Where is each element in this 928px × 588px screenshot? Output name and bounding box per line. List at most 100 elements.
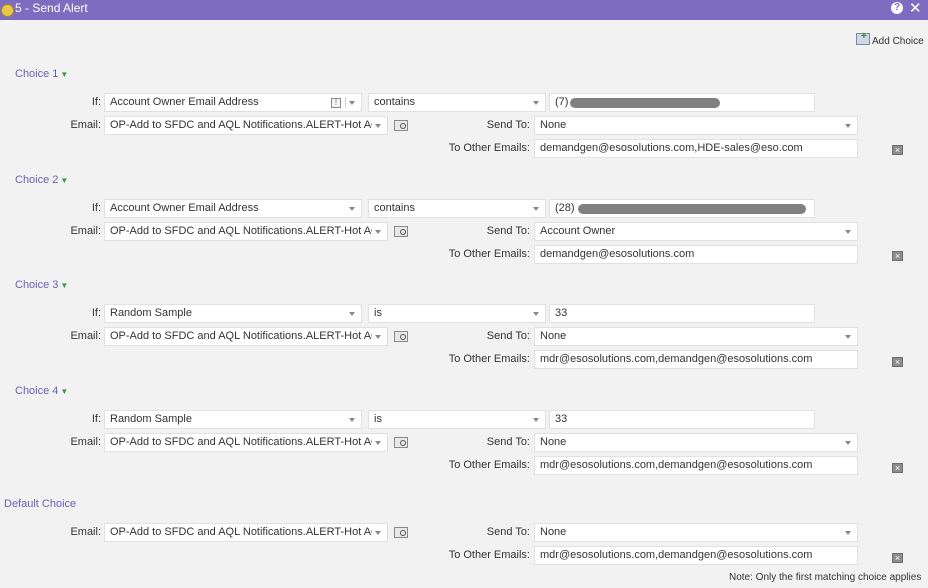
condition-value-input[interactable]: (7) <box>549 93 815 112</box>
to-other-emails-value: mdr@esosolutions.com,demandgen@esosoluti… <box>540 549 813 561</box>
remove-choice-icon[interactable]: × <box>892 357 903 367</box>
operator-select[interactable]: is <box>368 304 546 323</box>
send-to-select[interactable]: None <box>534 523 858 542</box>
condition-value-input[interactable]: 33 <box>549 304 815 323</box>
operator-select[interactable]: contains <box>368 199 546 218</box>
to-other-emails-input[interactable]: mdr@esosolutions.com,demandgen@esosoluti… <box>534 546 858 565</box>
send-to-label: Send To: <box>486 526 530 538</box>
to-other-emails-input[interactable]: demandgen@esosolutions.com,HDE-sales@eso… <box>534 139 858 158</box>
dialog-title: 5 - Send Alert <box>15 1 88 15</box>
email-value: OP-Add to SFDC and AQL Notifications.ALE… <box>110 330 372 342</box>
send-to-label: Send To: <box>486 225 530 237</box>
condition-value-text: (7) <box>555 96 569 108</box>
choice-title[interactable]: Choice 4 ▼ <box>15 385 68 397</box>
send-to-select[interactable]: None <box>534 433 858 452</box>
to-other-emails-label: To Other Emails: <box>448 549 530 561</box>
redaction-mark <box>570 98 720 108</box>
to-other-emails-input[interactable]: mdr@esosolutions.com,demandgen@esosoluti… <box>534 350 858 369</box>
send-to-value: Account Owner <box>540 225 616 237</box>
help-icon[interactable]: ? <box>891 2 903 14</box>
send-to-label: Send To: <box>486 119 530 131</box>
condition-value-text: 33 <box>555 413 568 425</box>
email-select[interactable]: OP-Add to SFDC and AQL Notifications.ALE… <box>104 222 388 241</box>
to-other-emails-input[interactable]: mdr@esosolutions.com,demandgen@esosoluti… <box>534 456 858 475</box>
email-value: OP-Add to SFDC and AQL Notifications.ALE… <box>110 225 372 237</box>
if-field-select[interactable]: Random Sample <box>104 304 362 323</box>
condition-value-text: (28) <box>555 202 575 214</box>
send-to-value: None <box>540 119 567 131</box>
email-label: Email: <box>70 330 101 342</box>
operator-value: is <box>374 307 382 319</box>
browse-email-icon[interactable] <box>394 120 408 131</box>
flow-step-icon <box>1 4 14 17</box>
if-field-value: Account Owner Email Address <box>110 202 259 214</box>
operator-select[interactable]: contains <box>368 93 546 112</box>
collapse-arrow-icon[interactable]: ▼ <box>60 176 68 185</box>
if-field-select[interactable]: Random Sample <box>104 410 362 429</box>
email-value: OP-Add to SFDC and AQL Notifications.ALE… <box>110 436 372 448</box>
choice-title[interactable]: Choice 3 ▼ <box>15 279 68 291</box>
email-value: OP-Add to SFDC and AQL Notifications.ALE… <box>110 119 372 131</box>
choice-title-text: Choice 3 <box>15 279 59 291</box>
browse-email-icon[interactable] <box>394 527 408 538</box>
if-field-select[interactable]: Account Owner Email Address ! <box>104 93 362 112</box>
browse-email-icon[interactable] <box>394 437 408 448</box>
if-field-value: Random Sample <box>110 307 192 319</box>
condition-value-text: 33 <box>555 307 568 319</box>
browse-email-icon[interactable] <box>394 331 408 342</box>
to-other-emails-value: mdr@esosolutions.com,demandgen@esosoluti… <box>540 459 813 471</box>
remove-choice-icon[interactable]: × <box>892 145 903 155</box>
if-field-select[interactable]: Account Owner Email Address <box>104 199 362 218</box>
send-to-label: Send To: <box>486 436 530 448</box>
email-select[interactable]: OP-Add to SFDC and AQL Notifications.ALE… <box>104 116 388 135</box>
choice-title-text: Choice 4 <box>15 385 59 397</box>
choice-title-text: Choice 1 <box>15 68 59 80</box>
to-other-emails-value: demandgen@esosolutions.com,HDE-sales@eso… <box>540 142 803 154</box>
divider <box>345 97 346 108</box>
choice-title-text: Choice 2 <box>15 174 59 186</box>
browse-email-icon[interactable] <box>394 226 408 237</box>
remove-choice-icon[interactable]: × <box>892 463 903 473</box>
collapse-arrow-icon[interactable]: ▼ <box>60 281 68 290</box>
email-select[interactable]: OP-Add to SFDC and AQL Notifications.ALE… <box>104 327 388 346</box>
add-choice-icon <box>856 31 870 45</box>
if-label: If: <box>91 202 101 214</box>
to-other-emails-label: To Other Emails: <box>448 142 530 154</box>
email-label: Email: <box>70 526 101 538</box>
send-to-select[interactable]: None <box>534 116 858 135</box>
remove-choice-icon[interactable]: × <box>892 553 903 563</box>
operator-select[interactable]: is <box>368 410 546 429</box>
to-other-emails-label: To Other Emails: <box>448 353 530 365</box>
choice-title[interactable]: Choice 1 ▼ <box>15 68 68 80</box>
close-icon[interactable]: ✕ <box>909 0 922 18</box>
default-choice-title: Default Choice <box>4 498 77 510</box>
to-other-emails-value: mdr@esosolutions.com,demandgen@esosoluti… <box>540 353 813 365</box>
send-to-value: None <box>540 436 567 448</box>
send-to-select[interactable]: Account Owner <box>534 222 858 241</box>
remove-choice-icon[interactable]: × <box>892 251 903 261</box>
email-select[interactable]: OP-Add to SFDC and AQL Notifications.ALE… <box>104 433 388 452</box>
choice-title[interactable]: Choice 2 ▼ <box>15 174 68 186</box>
collapse-arrow-icon[interactable]: ▼ <box>60 387 68 396</box>
collapse-arrow-icon[interactable]: ▼ <box>60 70 68 79</box>
footer-note: Note: Only the first matching choice app… <box>729 572 922 583</box>
email-select[interactable]: OP-Add to SFDC and AQL Notifications.ALE… <box>104 523 388 542</box>
if-label: If: <box>91 307 101 319</box>
email-label: Email: <box>70 436 101 448</box>
add-choice-button[interactable]: Add Choice <box>856 31 924 47</box>
send-to-value: None <box>540 526 567 538</box>
if-field-value: Random Sample <box>110 413 192 425</box>
operator-value: is <box>374 413 382 425</box>
send-to-label: Send To: <box>486 330 530 342</box>
email-label: Email: <box>70 119 101 131</box>
email-value: OP-Add to SFDC and AQL Notifications.ALE… <box>110 526 372 538</box>
if-label: If: <box>91 96 101 108</box>
send-to-select[interactable]: None <box>534 327 858 346</box>
condition-value-input[interactable]: (28) <box>549 199 815 218</box>
condition-value-input[interactable]: 33 <box>549 410 815 429</box>
redaction-mark <box>578 204 806 214</box>
operator-value: contains <box>374 96 415 108</box>
add-choice-label: Add Choice <box>872 36 924 47</box>
to-other-emails-input[interactable]: demandgen@esosolutions.com <box>534 245 858 264</box>
token-icon[interactable]: ! <box>331 98 341 108</box>
